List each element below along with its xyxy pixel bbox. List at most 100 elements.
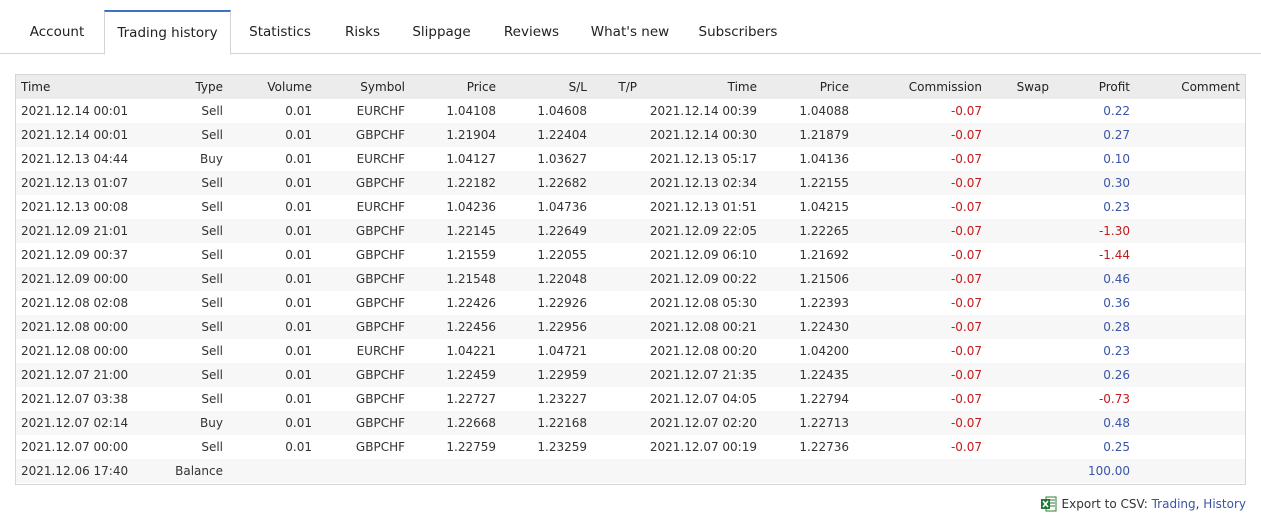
- table-row: 2021.12.07 21:00 Sell 0.01 GBPCHF 1.22459 1.2…: [16, 363, 1245, 387]
- cell-swap: [988, 339, 1049, 363]
- cell-close-time: 2021.12.08 05:30: [649, 296, 757, 310]
- cell-close-time: 2021.12.09 06:10: [649, 248, 757, 262]
- tab-statistics[interactable]: Statistics: [231, 10, 329, 54]
- cell-open-time: 2021.12.07 21:00: [21, 368, 129, 382]
- tab-slippage[interactable]: Slippage: [396, 10, 487, 54]
- cell-open-price: 1.04221: [446, 344, 496, 358]
- export-history-link[interactable]: History: [1203, 497, 1246, 511]
- cell-close-price: 1.04200: [799, 344, 849, 358]
- cell-open-time: 2021.12.13 04:44: [21, 152, 129, 166]
- cell-swap: [988, 243, 1049, 267]
- table-row: 2021.12.13 01:07 Sell 0.01 GBPCHF 1.22182 1.2…: [16, 171, 1245, 195]
- table-row: 2021.12.09 00:37 Sell 0.01 GBPCHF 1.21559 1.2…: [16, 243, 1245, 267]
- header-col-volume[interactable]: Volume: [231, 75, 312, 99]
- cell-symbol: GBPCHF: [355, 272, 405, 286]
- cell-open-price: 1.22456: [446, 320, 496, 334]
- cell-symbol: GBPCHF: [355, 128, 405, 142]
- tab-account[interactable]: Account: [0, 10, 114, 54]
- tab-trading-history[interactable]: Trading history: [104, 10, 231, 55]
- cell-symbol: GBPCHF: [355, 248, 405, 262]
- header-col-open-time[interactable]: Time: [21, 75, 141, 99]
- cell-sl: 1.22048: [537, 272, 587, 286]
- cell-symbol: GBPCHF: [355, 392, 405, 406]
- header-col-commission[interactable]: Commission: [876, 75, 982, 99]
- cell-tp: [592, 267, 637, 291]
- tab-subscribers[interactable]: Subscribers: [684, 10, 792, 54]
- header-col-symbol[interactable]: Symbol: [316, 75, 405, 99]
- cell-close-price: 1.22265: [799, 224, 849, 238]
- table-row: 2021.12.07 02:14 Buy 0.01 GBPCHF 1.22668 1.22…: [16, 411, 1245, 435]
- cell-volume: 0.01: [285, 248, 312, 262]
- cell-sl: [501, 459, 587, 483]
- header-col-close-time[interactable]: Time: [644, 75, 757, 99]
- cell-profit: 0.10: [1103, 152, 1130, 166]
- cell-swap: [988, 195, 1049, 219]
- header-col-sl[interactable]: S/L: [501, 75, 587, 99]
- cell-symbol: EURCHF: [356, 200, 405, 214]
- cell-swap: [988, 387, 1049, 411]
- cell-profit: 0.23: [1103, 344, 1130, 358]
- header-col-swap[interactable]: Swap: [988, 75, 1049, 99]
- cell-open-price: 1.22759: [446, 440, 496, 454]
- cell-open-price: 1.22459: [446, 368, 496, 382]
- header-col-open-price[interactable]: Price: [411, 75, 496, 99]
- cell-type: Sell: [201, 176, 223, 190]
- cell-open-time: 2021.12.09 00:37: [21, 248, 129, 262]
- cell-profit: 0.46: [1103, 272, 1130, 286]
- cell-symbol: GBPCHF: [355, 320, 405, 334]
- cell-profit: 0.28: [1103, 320, 1130, 334]
- cell-volume: 0.01: [285, 200, 312, 214]
- cell-close-price: 1.22713: [799, 416, 849, 430]
- cell-symbol: GBPCHF: [355, 368, 405, 382]
- cell-close-price: 1.22393: [799, 296, 849, 310]
- cell-volume: 0.01: [285, 152, 312, 166]
- cell-type: Sell: [201, 248, 223, 262]
- header-col-type[interactable]: Type: [146, 75, 223, 99]
- cell-commission: -0.07: [950, 320, 982, 334]
- table-row: 2021.12.14 00:01 Sell 0.01 EURCHF 1.04108 1.0…: [16, 99, 1245, 123]
- cell-comment: [1136, 339, 1240, 363]
- cell-sl: 1.03627: [537, 152, 587, 166]
- cell-tp: [592, 435, 637, 459]
- cell-swap: [988, 147, 1049, 171]
- cell-type: Buy: [200, 152, 223, 166]
- cell-open-price: 1.04236: [446, 200, 496, 214]
- export-trading-link[interactable]: Trading: [1152, 497, 1196, 511]
- cell-commission: -0.07: [950, 416, 982, 430]
- cell-type: Sell: [201, 272, 223, 286]
- cell-volume: 0.01: [285, 224, 312, 238]
- tab-whats-new[interactable]: What's new: [576, 10, 684, 54]
- cell-close-time: 2021.12.07 04:05: [649, 392, 757, 406]
- header-col-tp[interactable]: T/P: [592, 75, 637, 99]
- header-col-comment[interactable]: Comment: [1136, 75, 1240, 99]
- cell-tp: [592, 411, 637, 435]
- cell-profit: 0.27: [1103, 128, 1130, 142]
- cell-tp: [592, 99, 637, 123]
- tab-reviews[interactable]: Reviews: [487, 10, 576, 54]
- cell-type: Sell: [201, 296, 223, 310]
- cell-swap: [988, 291, 1049, 315]
- cell-close-time: 2021.12.14 00:30: [649, 128, 757, 142]
- cell-close-price: 1.22435: [799, 368, 849, 382]
- header-col-profit[interactable]: Profit: [1056, 75, 1130, 99]
- cell-profit: 0.30: [1103, 176, 1130, 190]
- cell-volume: 0.01: [285, 296, 312, 310]
- cell-symbol: EURCHF: [356, 104, 405, 118]
- header-col-close-price[interactable]: Price: [761, 75, 849, 99]
- cell-open-price: 1.21904: [446, 128, 496, 142]
- export-label: Export to CSV:: [1061, 497, 1148, 511]
- table-header: Time Type Volume Symbol Price S/L T/P Time Price…: [16, 75, 1245, 99]
- cell-tp: [592, 123, 637, 147]
- cell-commission: -0.07: [950, 104, 982, 118]
- cell-open-time: 2021.12.09 21:01: [21, 224, 129, 238]
- cell-volume: 0.01: [285, 176, 312, 190]
- cell-tp: [592, 195, 637, 219]
- cell-sl: 1.04736: [537, 200, 587, 214]
- cell-open-time: 2021.12.13 01:07: [21, 176, 129, 190]
- cell-commission: -0.07: [950, 368, 982, 382]
- cell-close-time: 2021.12.14 00:39: [649, 104, 757, 118]
- cell-symbol: GBPCHF: [355, 440, 405, 454]
- tab-risks[interactable]: Risks: [329, 10, 396, 54]
- cell-close-time: 2021.12.08 00:21: [649, 320, 757, 334]
- cell-volume: [231, 459, 312, 483]
